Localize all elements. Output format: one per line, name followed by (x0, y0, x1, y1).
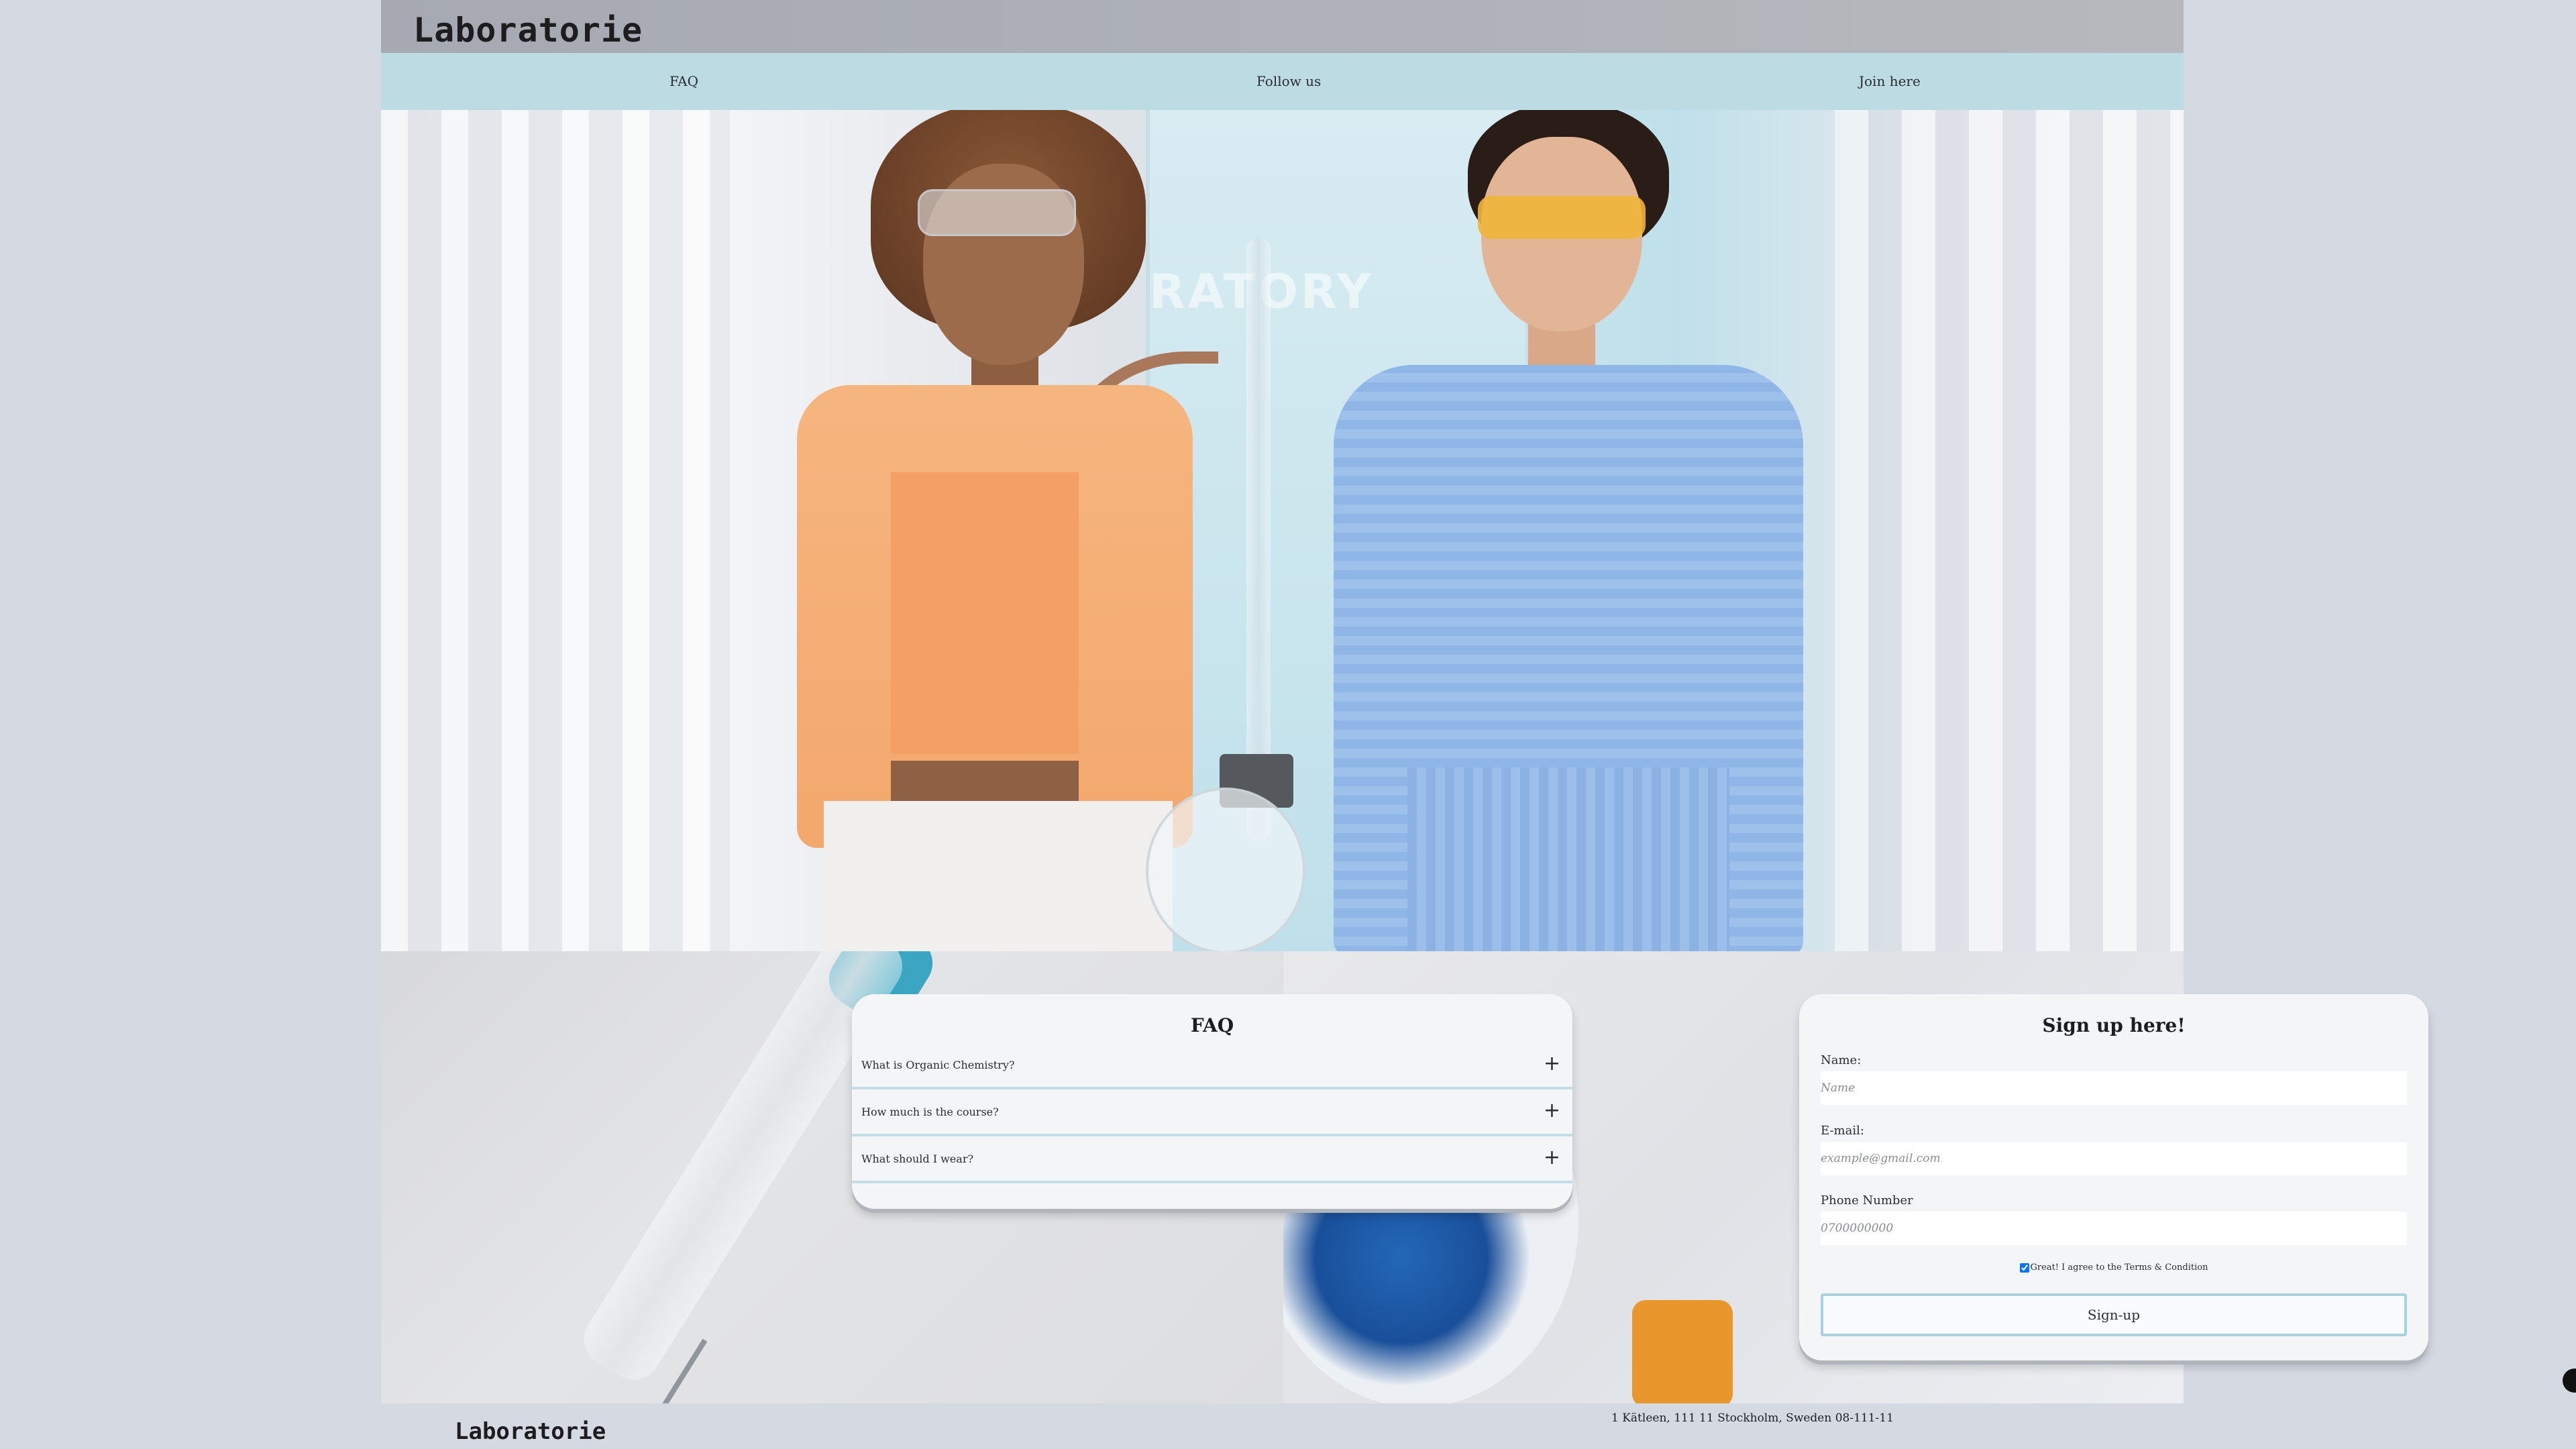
terms-text: Great! I agree to the Terms & Condition (2030, 1263, 2208, 1273)
signup-title: Sign up here! (2042, 1014, 2186, 1036)
condenser-tube (1246, 237, 1271, 841)
terms-row: Great! I agree to the Terms & Condition (1799, 1263, 2428, 1273)
faq-question: What should I wear? (861, 1152, 974, 1165)
faq-question: What is Organic Chemistry? (861, 1059, 1015, 1071)
round-flask (1146, 788, 1305, 951)
person-2-skirt (1407, 767, 1729, 951)
header: Laboratorie (381, 0, 2184, 53)
terms-checkbox[interactable] (2019, 1263, 2029, 1273)
signup-button[interactable]: Sign-up (1821, 1293, 2407, 1336)
person-1-glasses (918, 189, 1076, 236)
person-1-skirt (824, 801, 1173, 951)
faq-title: FAQ (1190, 1014, 1234, 1036)
phone-label: Phone Number (1821, 1193, 1913, 1208)
faq-item[interactable]: What is Organic Chemistry? + (852, 1041, 1572, 1089)
footer: Laboratorie 1 Kätleen, 111 11 Stockholm,… (381, 1403, 2184, 1449)
footer-logo[interactable]: Laboratorie (455, 1418, 606, 1445)
curtain-right (1835, 110, 2184, 951)
email-input[interactable] (1821, 1142, 2407, 1175)
nav-link-join-here[interactable]: Join here (1859, 73, 1921, 89)
footer-address: 1 Kätleen, 111 11 Stockholm, Sweden 08-1… (1611, 1411, 1894, 1425)
faq-card: FAQ What is Organic Chemistry? + How muc… (852, 994, 1572, 1209)
name-input[interactable] (1821, 1071, 2407, 1105)
person-1-top (891, 472, 1079, 754)
name-label: Name: (1821, 1053, 1862, 1067)
person-2-glasses (1478, 196, 1646, 239)
orange-liquid (1632, 1300, 1733, 1403)
nav-link-faq[interactable]: FAQ (669, 73, 698, 89)
faq-question: How much is the course? (861, 1106, 999, 1118)
main-nav: FAQ Follow us Join here (381, 53, 2184, 110)
signup-card: Sign up here! Name: E-mail: Phone Number… (1799, 994, 2428, 1360)
phone-input[interactable] (1821, 1212, 2407, 1245)
nav-link-follow-us[interactable]: Follow us (1256, 73, 1321, 89)
site-logo[interactable]: Laboratorie (413, 11, 643, 50)
faq-item[interactable]: How much is the course? + (852, 1088, 1572, 1136)
plus-icon[interactable]: + (1544, 1099, 1560, 1122)
email-label: E-mail: (1821, 1124, 1864, 1138)
scroll-indicator-icon[interactable] (2563, 1368, 2576, 1393)
plus-icon[interactable]: + (1544, 1052, 1560, 1075)
faq-item[interactable]: What should I wear? + (852, 1135, 1572, 1183)
hero-image: RATORY (381, 110, 2184, 951)
page: Laboratorie FAQ Follow us Join here RATO… (381, 0, 2428, 1449)
plus-icon[interactable]: + (1544, 1146, 1560, 1169)
curtain-left (381, 110, 730, 951)
